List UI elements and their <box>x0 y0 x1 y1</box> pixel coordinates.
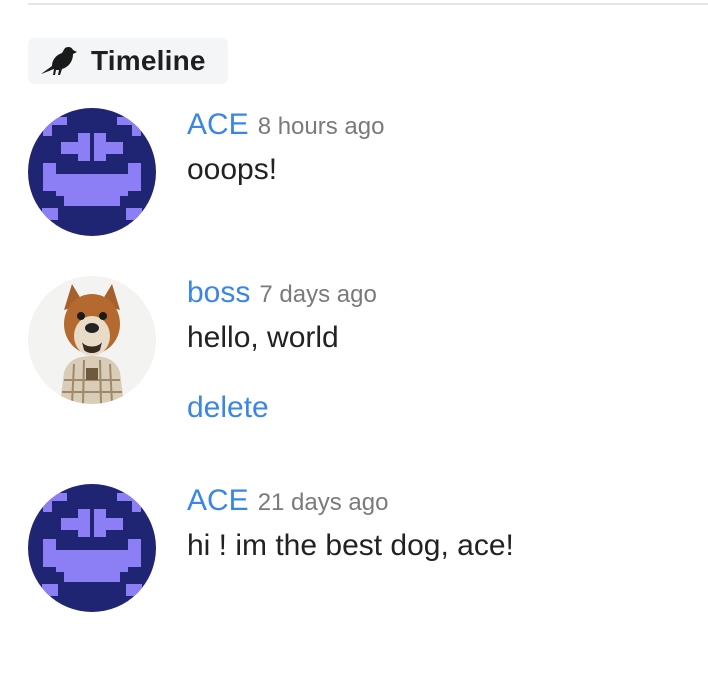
timeline-title: Timeline <box>91 45 206 76</box>
crow-icon <box>38 44 78 78</box>
post-meta: boss 7 days ago <box>187 276 687 312</box>
dog-avatar[interactable] <box>28 276 156 404</box>
author-link[interactable]: boss <box>187 276 250 310</box>
post-content: boss 7 days ago hello, world delete <box>187 276 687 425</box>
post-meta: ACE 8 hours ago <box>187 108 687 144</box>
author-link[interactable]: ACE <box>187 484 249 518</box>
space-invader-avatar[interactable] <box>28 484 156 612</box>
timeline-header: Timeline <box>28 38 228 84</box>
post-message: hi ! im the best dog, ace! <box>187 529 514 562</box>
post-timestamp: 7 days ago <box>259 281 377 308</box>
post-meta: ACE 21 days ago <box>187 484 687 520</box>
author-link[interactable]: ACE <box>187 108 249 142</box>
post-content: ACE 21 days ago hi ! im the best dog, ac… <box>187 484 687 563</box>
post-message: ooops! <box>187 153 278 186</box>
post-content: ACE 8 hours ago ooops! <box>187 108 687 187</box>
delete-link[interactable]: delete <box>187 391 269 425</box>
divider <box>28 3 708 5</box>
post-timestamp: 21 days ago <box>257 489 389 516</box>
post-message: hello, world <box>187 321 339 354</box>
post-timestamp: 8 hours ago <box>257 113 385 140</box>
timeline-page: Timeline ACE 8 hours ago ooops! boss 7 d… <box>0 0 708 682</box>
space-invader-avatar[interactable] <box>28 108 156 236</box>
